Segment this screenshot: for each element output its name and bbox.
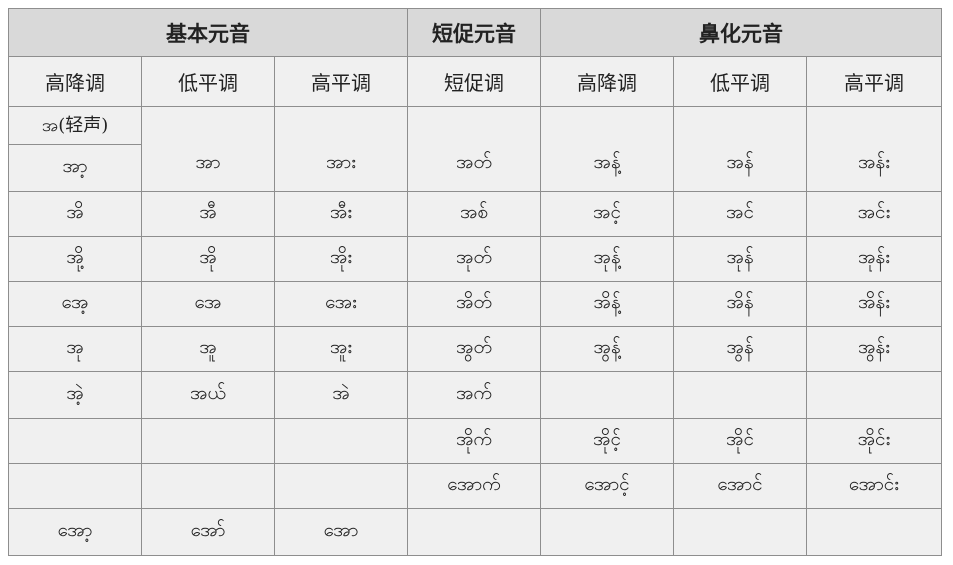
table-cell: အင် — [673, 191, 808, 237]
table-row: အိုက် အိုင့် အိုင် အိုင်း — [8, 418, 943, 464]
table-cell: အား — [273, 106, 409, 192]
table-cell: အိုက် — [407, 418, 542, 464]
tone-header: 高降调 — [8, 56, 142, 107]
table-cell — [673, 371, 808, 419]
table-cell: အာ့ — [8, 144, 142, 192]
table-row: အု အူ အူး အွတ် အွန့် အွန် အွန်း — [8, 326, 943, 372]
table-cell: အုတ် — [407, 236, 542, 282]
table-cell: အွန် — [673, 326, 808, 372]
table-cell: အွတ် — [407, 326, 542, 372]
table-cell: အောင့် — [540, 463, 675, 509]
table-cell: အတ် — [407, 106, 542, 192]
tone-header: 高降调 — [540, 56, 675, 107]
myanmar-vowel-table: 基本元音 短促元音 鼻化元音 高降调 低平调 高平调 短促调 高降调 低平调 高… — [7, 8, 943, 556]
table-cell: အင်း — [806, 191, 943, 237]
table-cell: အိန် — [673, 281, 808, 327]
table-cell: အုန့် — [540, 236, 675, 282]
table-cell: အန့် — [540, 106, 675, 192]
table-cell: အော် — [141, 508, 275, 556]
table-cell: အွန်း — [806, 326, 943, 372]
table-cell: အက် — [407, 371, 542, 419]
table-row: အိ အီ အီး အစ် အင့် အင် အင်း — [8, 191, 943, 237]
table-cell: အွန့် — [540, 326, 675, 372]
table-cell: အောင်း — [806, 463, 943, 509]
table-cell: အိ — [8, 191, 142, 237]
header-short-vowels: 短促元音 — [407, 8, 542, 57]
table-cell: အေ့ — [8, 281, 142, 327]
table-cell: အိုင်း — [806, 418, 943, 464]
tone-header: 低平调 — [673, 56, 808, 107]
table-cell: အိုး — [273, 236, 409, 282]
table-row: အ(轻声) အာ အား အတ် အန့် အန် အန်း — [8, 106, 943, 192]
table-cell — [806, 508, 943, 556]
table-cell — [8, 463, 142, 509]
table-cell: အယ် — [141, 371, 275, 419]
tone-header: 低平调 — [141, 56, 275, 107]
table-cell: အောက် — [407, 463, 542, 509]
table-cell: အိန့် — [540, 281, 675, 327]
table-row: အောက် အောင့် အောင် အောင်း — [8, 463, 943, 509]
table-row: အို့ အို အိုး အုတ် အုန့် အုန် အုန်း — [8, 236, 943, 282]
table-cell: အုန် — [673, 236, 808, 282]
table-cell — [673, 508, 808, 556]
table-cell: အိတ် — [407, 281, 542, 327]
table-cell: အူ — [141, 326, 275, 372]
table-row: အဲ့ အယ် အဲ အက် — [8, 371, 943, 419]
table-cell: အူး — [273, 326, 409, 372]
tone-header: 高平调 — [806, 56, 943, 107]
header-nasal-vowels: 鼻化元音 — [540, 8, 943, 57]
tone-header-row: 高降调 低平调 高平调 短促调 高降调 低平调 高平调 — [8, 56, 943, 107]
table-cell — [8, 418, 142, 464]
table-cell: အိုင့် — [540, 418, 675, 464]
table-cell: အောင် — [673, 463, 808, 509]
tone-header: 短促调 — [407, 56, 542, 107]
tone-header: 高平调 — [273, 56, 409, 107]
table-cell — [141, 418, 275, 464]
table-cell: အစ် — [407, 191, 542, 237]
vowel-table-container: 基本元音 短促元音 鼻化元音 高降调 低平调 高平调 短促调 高降调 低平调 高… — [7, 8, 943, 556]
table-cell: အေ — [141, 281, 275, 327]
table-cell: အီး — [273, 191, 409, 237]
table-cell: အိုင် — [673, 418, 808, 464]
table-cell: အို့ — [8, 236, 142, 282]
table-cell: အုန်း — [806, 236, 943, 282]
group-header-row: 基本元音 短促元音 鼻化元音 — [7, 8, 943, 57]
table-cell — [806, 371, 943, 419]
table-cell: အိန်း — [806, 281, 943, 327]
table-cell: အို — [141, 236, 275, 282]
table-cell — [273, 463, 409, 509]
table-row: အေ့ အေ အေး အိတ် အိန့် အိန် အိန်း — [8, 281, 943, 327]
table-cell — [141, 463, 275, 509]
table-cell: အန် — [673, 106, 808, 192]
table-cell: အဲ — [273, 371, 409, 419]
table-cell: အဲ့ — [8, 371, 142, 419]
table-cell — [540, 371, 675, 419]
table-cell: အီ — [141, 191, 275, 237]
table-cell: အာ — [141, 106, 275, 192]
table-cell: အု — [8, 326, 142, 372]
header-basic-vowels: 基本元音 — [7, 8, 409, 57]
table-cell: အော့ — [8, 508, 142, 556]
table-cell: အော — [273, 508, 409, 556]
table-cell: အင့် — [540, 191, 675, 237]
table-cell: အန်း — [806, 106, 943, 192]
table-cell — [540, 508, 675, 556]
table-cell — [273, 418, 409, 464]
table-cell — [407, 508, 542, 556]
table-cell: အေး — [273, 281, 409, 327]
table-row: အော့ အော် အော — [8, 508, 943, 556]
light-tone-cell: အ(轻声) — [8, 106, 142, 145]
